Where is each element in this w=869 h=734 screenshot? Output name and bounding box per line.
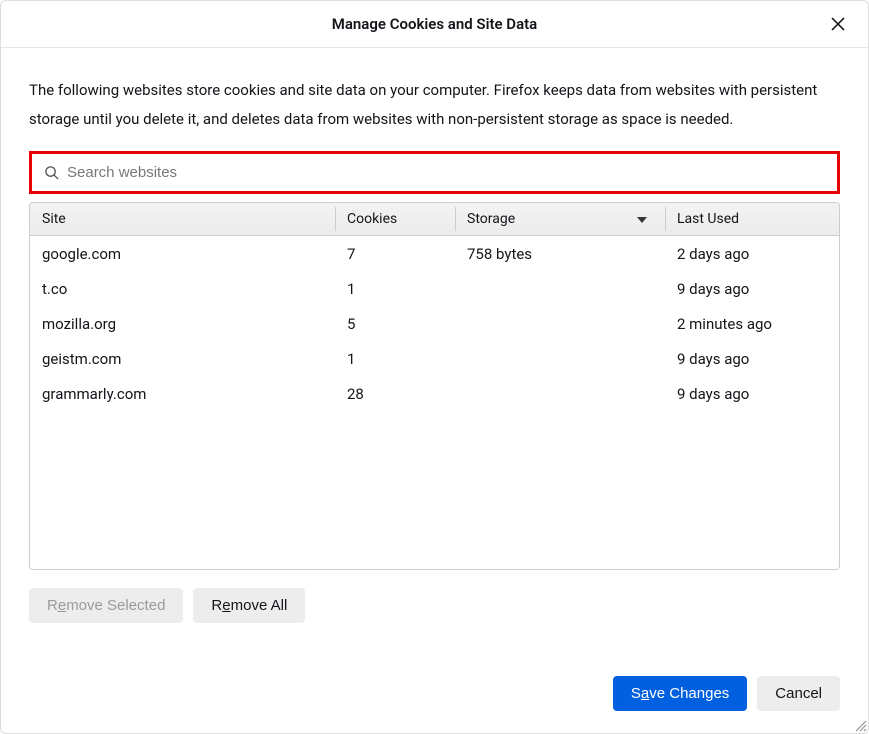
table-body[interactable]: google.com7758 bytes2 days agot.co19 day… <box>30 236 839 569</box>
table-row[interactable]: google.com7758 bytes2 days ago <box>30 236 839 271</box>
dialog-footer: Save Changes Cancel <box>1 658 868 733</box>
col-header-storage[interactable]: Storage <box>455 203 665 235</box>
cell-site: geistm.com <box>30 350 335 368</box>
close-button[interactable] <box>824 10 852 38</box>
col-header-lastused[interactable]: Last Used <box>665 203 839 235</box>
table-row[interactable]: grammarly.com28 9 days ago <box>30 376 839 411</box>
cell-site: grammarly.com <box>30 385 335 403</box>
description-text: The following websites store cookies and… <box>29 76 840 133</box>
cell-cookies: 28 <box>335 385 455 403</box>
search-input[interactable] <box>67 164 825 181</box>
col-header-cookies[interactable]: Cookies <box>335 203 455 235</box>
resize-grip-icon[interactable] <box>853 718 867 732</box>
remove-selected-button[interactable]: Remove Selected <box>29 588 183 623</box>
col-header-site[interactable]: Site <box>30 203 335 235</box>
row-action-buttons: Remove Selected Remove All <box>29 588 840 623</box>
cell-cookies: 5 <box>335 315 455 333</box>
cell-last-used: 9 days ago <box>665 350 839 368</box>
cancel-button[interactable]: Cancel <box>757 676 840 711</box>
dialog-content: The following websites store cookies and… <box>1 48 868 658</box>
table-row[interactable]: geistm.com1 9 days ago <box>30 341 839 376</box>
save-changes-button[interactable]: Save Changes <box>613 676 747 711</box>
remove-all-button[interactable]: Remove All <box>193 588 305 623</box>
cell-cookies: 7 <box>335 245 455 263</box>
dialog-title: Manage Cookies and Site Data <box>332 15 537 33</box>
cell-site: t.co <box>30 280 335 298</box>
table-row[interactable]: mozilla.org5 2 minutes ago <box>30 306 839 341</box>
cell-cookies: 1 <box>335 280 455 298</box>
search-field-wrap[interactable] <box>34 156 835 189</box>
cell-last-used: 2 minutes ago <box>665 315 839 333</box>
search-highlight-box <box>29 151 840 194</box>
dialog-header: Manage Cookies and Site Data <box>1 1 868 48</box>
cell-site: google.com <box>30 245 335 263</box>
search-icon <box>44 165 59 180</box>
cell-last-used: 9 days ago <box>665 385 839 403</box>
close-icon <box>830 16 846 32</box>
cell-last-used: 2 days ago <box>665 245 839 263</box>
cookies-dialog: Manage Cookies and Site Data The followi… <box>0 0 869 734</box>
cell-site: mozilla.org <box>30 315 335 333</box>
cell-last-used: 9 days ago <box>665 280 839 298</box>
cell-cookies: 1 <box>335 350 455 368</box>
sort-descending-icon <box>637 211 647 227</box>
sites-table: Site Cookies Storage Last Used google.co… <box>29 202 840 570</box>
table-header: Site Cookies Storage Last Used <box>30 203 839 236</box>
cell-storage: 758 bytes <box>455 245 665 263</box>
col-header-storage-label: Storage <box>467 211 515 227</box>
table-row[interactable]: t.co1 9 days ago <box>30 271 839 306</box>
